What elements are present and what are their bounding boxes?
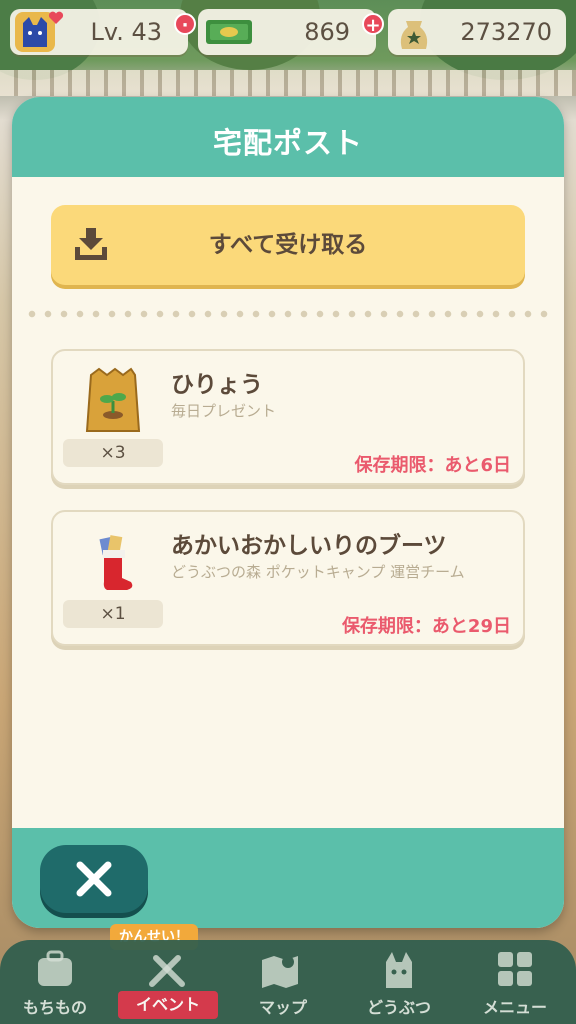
fertilizer-bag-icon xyxy=(85,367,141,432)
nav-item-animals[interactable]: どうぶつ xyxy=(344,940,454,1024)
animal-cat-icon xyxy=(386,952,412,988)
leaf-ticket-icon xyxy=(206,20,252,44)
nav-item-event[interactable]: イベント xyxy=(112,940,222,1024)
nav-item-map[interactable]: マップ xyxy=(228,940,338,1024)
nav-item-inventory[interactable]: もちもの xyxy=(0,940,110,1024)
close-button[interactable] xyxy=(40,845,148,913)
nav-label: マップ xyxy=(258,998,307,1017)
level-value: Lv. 43 xyxy=(90,18,162,46)
close-icon xyxy=(76,861,112,897)
red-candy-boot-icon xyxy=(99,535,133,590)
bag-icon xyxy=(38,950,72,986)
delivery-post-dialog: 宅配ポスト すべて受け取る ×3 ひりょう 毎日プレゼント 保存期限：あと6日 … xyxy=(12,97,564,928)
nav-label: どうぶつ xyxy=(366,998,431,1017)
menu-grid-icon xyxy=(498,952,532,986)
mail-item[interactable]: ×1 あかいおかしいりのブーツ どうぶつの森 ポケットキャンプ 運営チーム 保存… xyxy=(51,510,525,646)
event-tools-icon xyxy=(149,955,185,987)
nav-label: もちもの xyxy=(22,998,87,1017)
item-sender: 毎日プレゼント xyxy=(171,402,277,420)
dotted-separator xyxy=(24,310,552,318)
receive-all-button[interactable]: すべて受け取る xyxy=(51,205,525,285)
heart-icon xyxy=(48,11,64,24)
item-quantity: ×3 xyxy=(63,439,163,467)
level-pill[interactable]: Lv. 43 · xyxy=(10,9,196,55)
level-info-icon[interactable]: · xyxy=(174,13,196,36)
bells-value: 273270 xyxy=(460,18,552,46)
tickets-value: 869 xyxy=(304,18,350,46)
fence-decoration xyxy=(0,70,576,96)
bells-pill[interactable]: 273270 xyxy=(388,9,566,55)
bottom-nav: もちもの イベント マップ どうぶつ メニュー xyxy=(0,940,576,1024)
item-expiry: 保存期限：あと6日 xyxy=(354,455,511,476)
map-icon xyxy=(262,956,298,988)
add-tickets-icon[interactable]: + xyxy=(362,13,384,36)
status-bar: Lv. 43 · 869 + 273270 xyxy=(0,0,576,64)
mail-item[interactable]: ×3 ひりょう 毎日プレゼント 保存期限：あと6日 xyxy=(51,349,525,485)
item-name: ひりょう xyxy=(171,372,263,398)
nav-item-menu[interactable]: メニュー xyxy=(460,940,570,1024)
item-name: あかいおかしいりのブーツ xyxy=(171,533,447,559)
nav-label-active: イベント xyxy=(118,991,218,1019)
item-sender: どうぶつの森 ポケットキャンプ 運営チーム xyxy=(171,563,465,581)
tickets-pill[interactable]: 869 + xyxy=(198,9,384,55)
nav-label: メニュー xyxy=(482,998,547,1017)
item-quantity: ×1 xyxy=(63,600,163,628)
bell-bag-icon xyxy=(400,21,428,49)
item-expiry: 保存期限：あと29日 xyxy=(341,616,511,637)
receive-all-label: すべて受け取る xyxy=(208,232,368,258)
dialog-title: 宅配ポスト xyxy=(212,126,363,160)
